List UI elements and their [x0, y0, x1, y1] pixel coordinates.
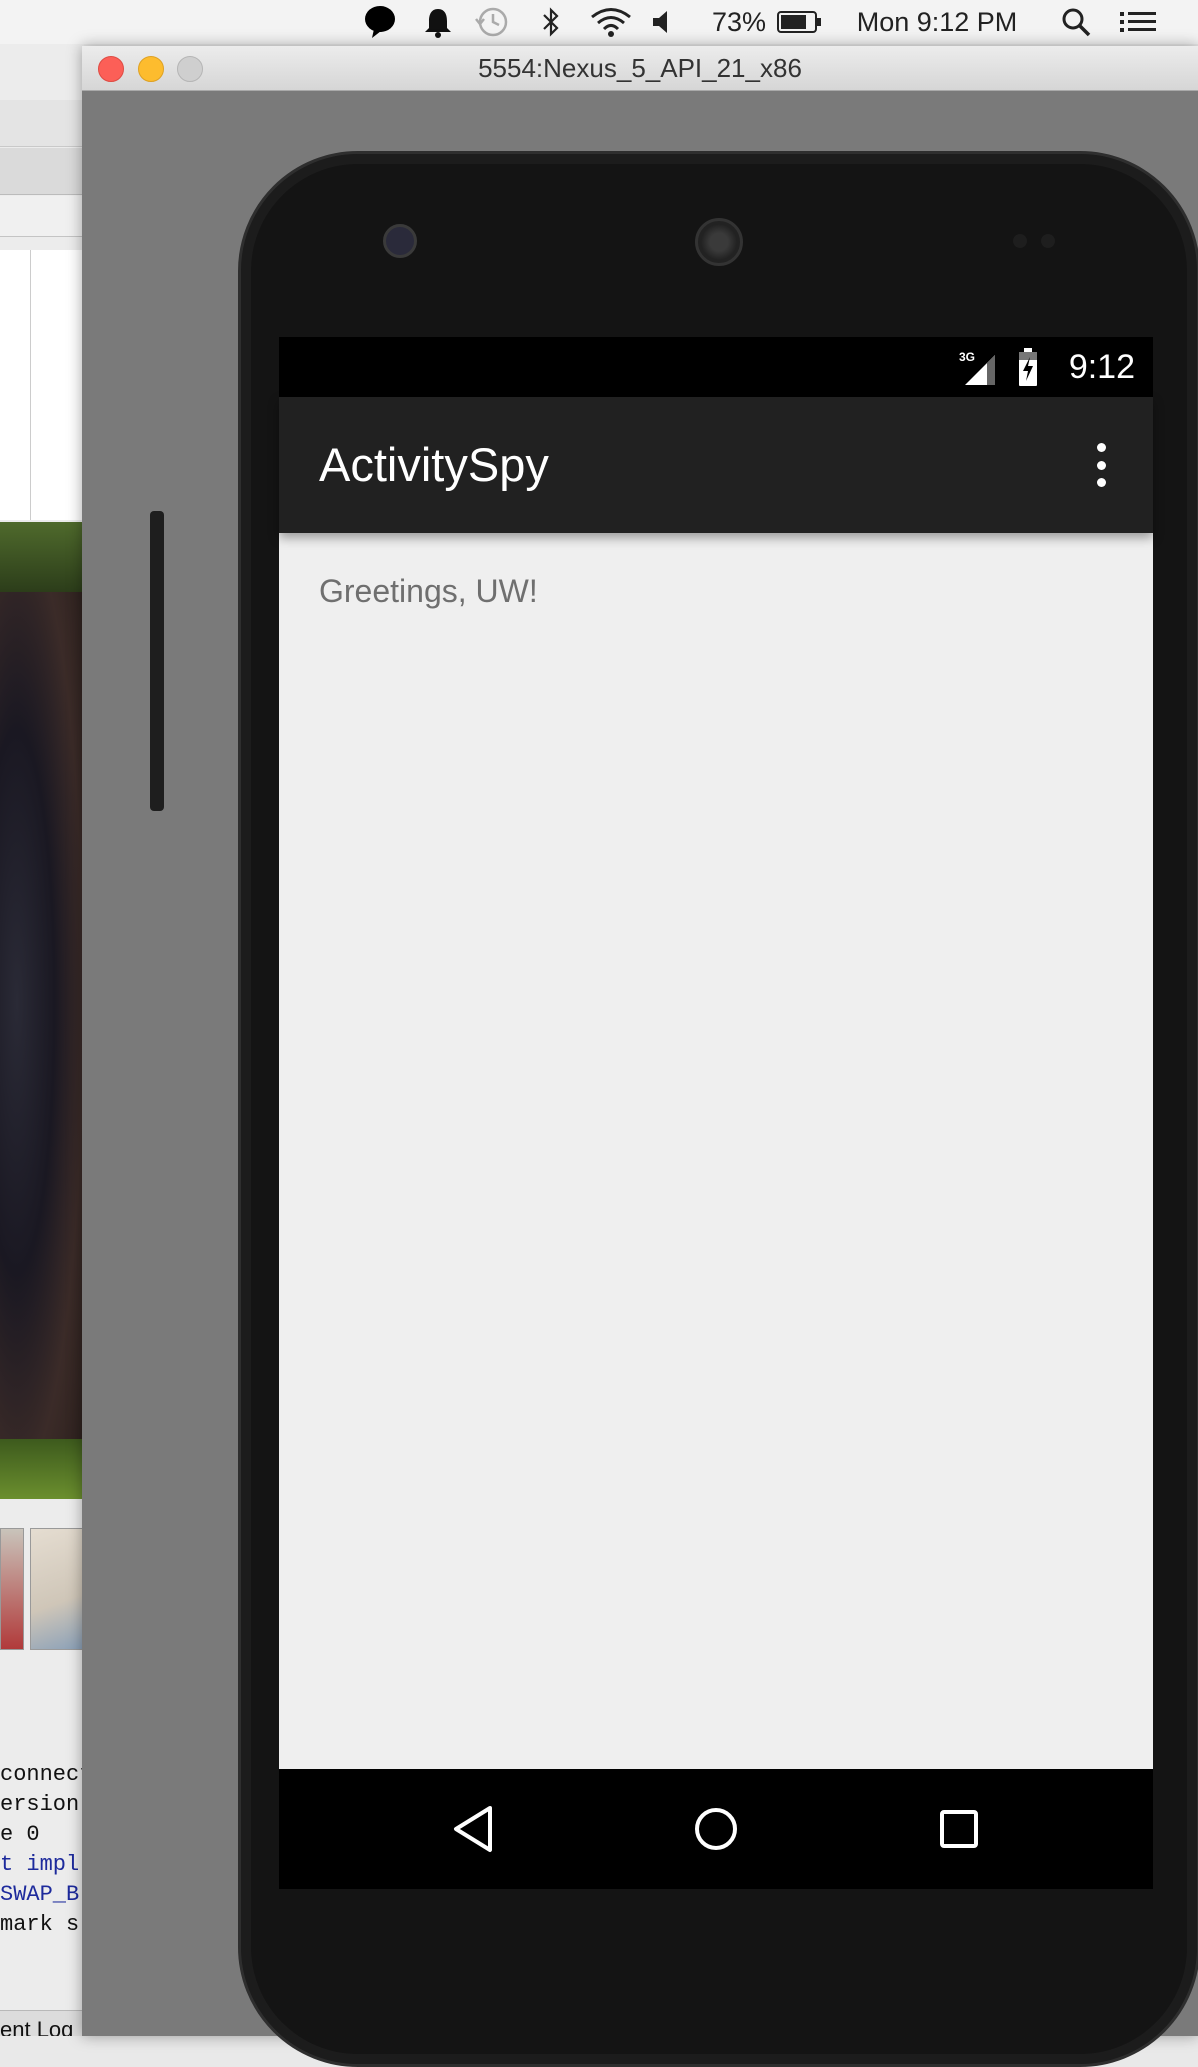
overflow-menu-icon[interactable] — [1089, 443, 1113, 487]
proximity-sensor — [1013, 234, 1027, 248]
background-toolbar — [0, 100, 84, 147]
battery-icon[interactable] — [776, 0, 824, 44]
thumbnail-image[interactable] — [30, 1528, 84, 1650]
emulator-window: 5554:Nexus_5_API_21_x86 3G 9:12 Activity… — [82, 46, 1198, 2067]
android-nav-bar — [279, 1769, 1153, 1889]
earpiece-speaker — [695, 218, 743, 266]
window-titlebar[interactable]: 5554:Nexus_5_API_21_x86 — [82, 46, 1198, 91]
app-content: Greetings, UW! — [279, 533, 1153, 1769]
background-panel-divider — [30, 250, 31, 520]
volume-rocker[interactable] — [150, 511, 164, 811]
signal-icon: 3G — [959, 349, 999, 387]
android-screen: 3G 9:12 ActivitySpy Greetings, UW! — [279, 337, 1153, 1889]
bluetooth-icon[interactable] — [536, 0, 566, 44]
battery-charging-icon — [1017, 347, 1039, 387]
console-line: SWAP_B — [0, 1882, 80, 1907]
background-photo-bottom — [0, 1439, 84, 1499]
front-camera — [383, 224, 417, 258]
menubar-clock[interactable]: Mon 9:12 PM — [846, 0, 1028, 44]
greeting-text: Greetings, UW! — [319, 573, 538, 609]
background-panel — [0, 250, 84, 520]
wifi-icon[interactable] — [588, 0, 634, 44]
console-line: ersion — [0, 1792, 80, 1817]
emulator-content: 3G 9:12 ActivitySpy Greetings, UW! — [82, 91, 1198, 2067]
home-icon[interactable] — [676, 1789, 756, 1869]
macos-menu-bar: 73% Mon 9:12 PM — [0, 0, 1198, 44]
light-sensor — [1041, 234, 1055, 248]
volume-icon[interactable] — [648, 0, 674, 44]
network-type-label: 3G — [959, 350, 975, 364]
console-line: connect — [0, 1762, 84, 1787]
battery-percent: 73% — [711, 6, 767, 37]
notification-bell-icon[interactable] — [418, 0, 458, 44]
speech-bubble-icon[interactable] — [360, 0, 400, 44]
back-icon[interactable] — [433, 1789, 513, 1869]
background-photo-top — [0, 522, 84, 592]
background-app-window: connect ersion e 0 t impl SWAP_Bmark s ent L… — [0, 44, 84, 2036]
recents-icon[interactable] — [919, 1789, 999, 1869]
notification-center-icon[interactable] — [1118, 0, 1158, 44]
console-line: t impl — [0, 1852, 80, 1877]
background-header — [0, 196, 84, 237]
thumbnail-image[interactable] — [0, 1528, 24, 1650]
console-output: connect ersion e 0 t impl SWAP_Bmark s — [0, 1760, 84, 1940]
app-title: ActivitySpy — [319, 438, 549, 491]
console-line: e 0 — [0, 1822, 40, 1847]
event-log-tab[interactable]: ent Log — [0, 2010, 84, 2036]
window-title: 5554:Nexus_5_API_21_x86 — [478, 53, 802, 83]
console-line: mark s — [0, 1912, 80, 1937]
android-status-bar: 3G 9:12 — [279, 337, 1153, 397]
background-photo — [0, 522, 84, 1482]
background-tab-strip — [0, 148, 84, 195]
time-machine-icon[interactable] — [470, 0, 514, 44]
action-bar: ActivitySpy — [279, 397, 1153, 533]
android-clock: 9:12 — [1068, 348, 1135, 386]
spotlight-search-icon[interactable] — [1058, 0, 1094, 44]
